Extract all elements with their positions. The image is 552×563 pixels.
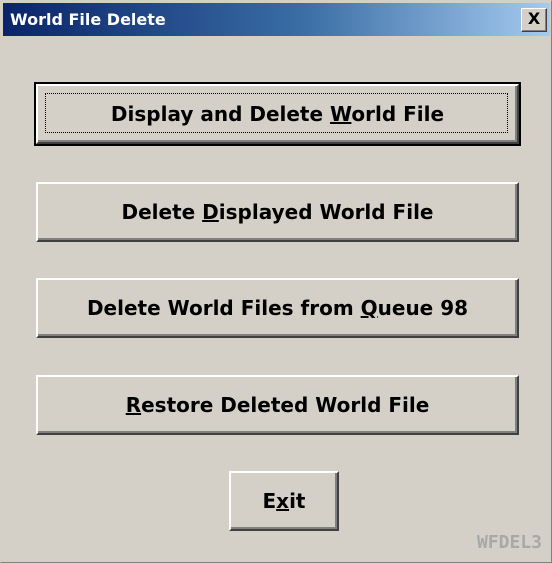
title-bar[interactable]: World File Delete X bbox=[3, 3, 550, 36]
button-label: Restore Deleted World File bbox=[125, 393, 430, 417]
delete-displayed-world-file-button[interactable]: Delete Displayed World File bbox=[36, 182, 519, 242]
close-icon: X bbox=[527, 9, 541, 28]
window-title: World File Delete bbox=[10, 10, 166, 29]
button-label: Delete Displayed World File bbox=[121, 200, 434, 224]
button-label: Exit bbox=[262, 489, 306, 513]
display-and-delete-world-file-button[interactable]: Display and Delete World File bbox=[34, 82, 521, 146]
screen-code-label: WFDEL3 bbox=[476, 532, 542, 553]
restore-deleted-world-file-button[interactable]: Restore Deleted World File bbox=[36, 375, 519, 435]
button-label: Display and Delete World File bbox=[110, 102, 445, 126]
close-button[interactable]: X bbox=[521, 8, 547, 32]
exit-button[interactable]: Exit bbox=[229, 471, 339, 531]
delete-world-files-from-queue-button[interactable]: Delete World Files from Queue 98 bbox=[36, 278, 519, 338]
button-label: Delete World Files from Queue 98 bbox=[86, 296, 469, 320]
dialog-window: World File Delete X Display and Delete W… bbox=[0, 0, 552, 563]
